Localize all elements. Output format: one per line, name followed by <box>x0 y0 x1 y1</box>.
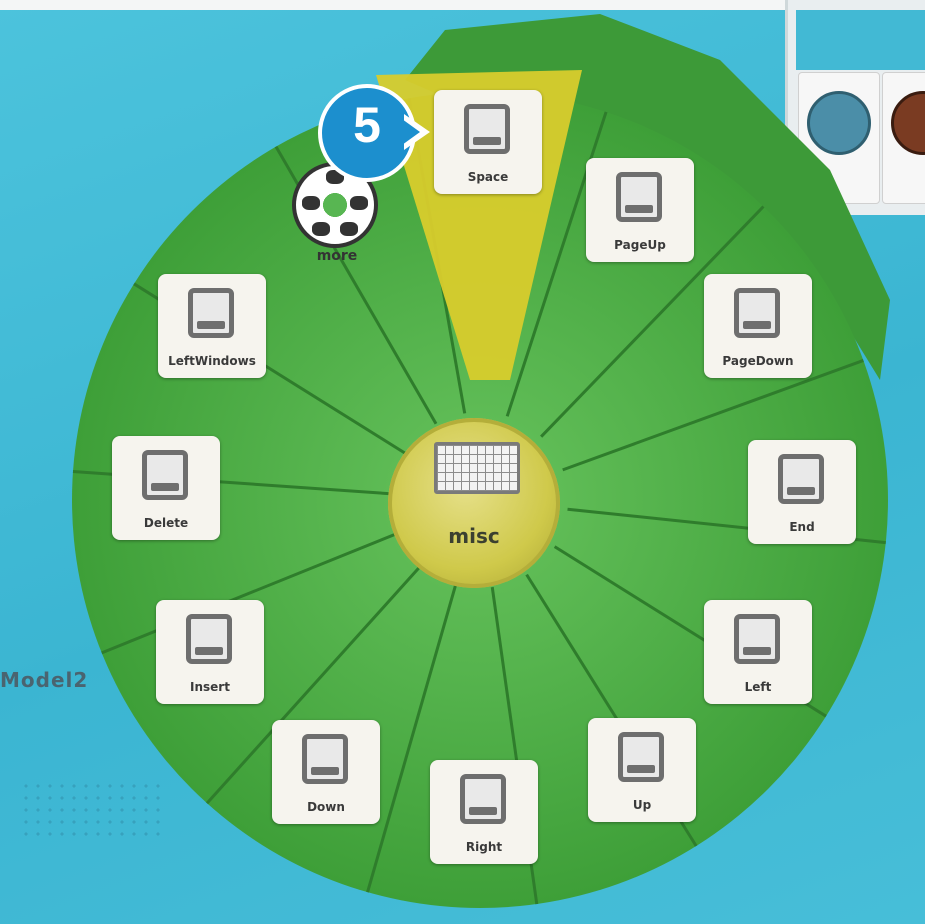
key-tile-label: PageDown <box>722 354 794 368</box>
key-tile-label: Space <box>467 170 509 184</box>
key-tile-label: Up <box>632 798 652 812</box>
key-tile-label: Left <box>744 680 772 694</box>
key-tile-end[interactable]: End <box>748 440 856 544</box>
center-hub-misc[interactable]: misc <box>388 418 560 588</box>
key-tile-label: Right <box>465 840 503 854</box>
key-icon <box>302 734 348 784</box>
key-icon <box>734 288 780 338</box>
key-icon <box>778 454 824 504</box>
key-tile-label: PageUp <box>614 238 666 252</box>
step-number: 5 <box>353 97 381 153</box>
key-icon <box>186 614 232 664</box>
key-tile-delete[interactable]: Delete <box>112 436 220 540</box>
key-tile-down[interactable]: Down <box>272 720 380 824</box>
center-hub-label: misc <box>448 524 500 548</box>
key-tile-pageup[interactable]: PageUp <box>586 158 694 262</box>
more-label: more <box>316 248 358 264</box>
key-icon <box>188 288 234 338</box>
key-tile-left[interactable]: Left <box>704 600 812 704</box>
key-tile-label: Down <box>307 800 345 814</box>
key-icon <box>618 732 664 782</box>
key-icon <box>616 172 662 222</box>
keyboard-icon <box>434 442 520 494</box>
key-tile-label: Insert <box>190 680 230 694</box>
key-tile-label: LeftWindows <box>168 354 256 368</box>
key-icon <box>734 614 780 664</box>
key-icon <box>460 774 506 824</box>
key-tile-up[interactable]: Up <box>588 718 696 822</box>
key-icon <box>142 450 188 500</box>
key-tile-right[interactable]: Right <box>430 760 538 864</box>
key-tile-leftwindows[interactable]: LeftWindows <box>158 274 266 378</box>
key-tile-space[interactable]: Space <box>434 90 542 194</box>
key-icon <box>464 104 510 154</box>
key-tile-insert[interactable]: Insert <box>156 600 264 704</box>
step-number-badge: 5 <box>318 84 430 188</box>
key-tile-label: Delete <box>143 516 189 530</box>
key-tile-pagedown[interactable]: PageDown <box>704 274 812 378</box>
key-tile-label: End <box>789 520 815 534</box>
